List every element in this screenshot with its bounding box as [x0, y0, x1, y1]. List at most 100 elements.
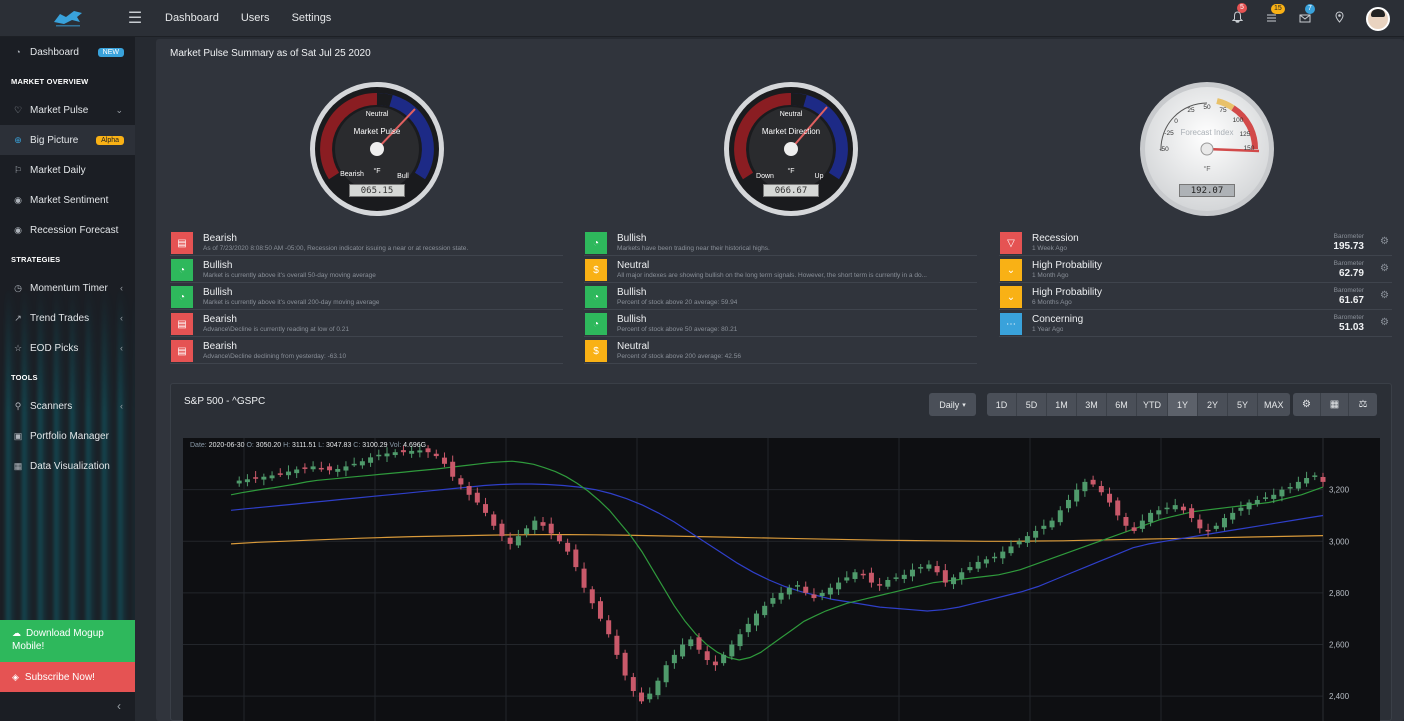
gauge-readout: 192.07	[1179, 184, 1235, 197]
chart-tools-group: ⚙ ▦ ⚖	[1293, 393, 1377, 416]
interval-dropdown[interactable]: Daily ▾	[929, 393, 976, 416]
candle-body	[507, 537, 513, 544]
calculator-icon[interactable]: ▦	[1321, 393, 1349, 416]
sidebar-item-data-visualization[interactable]: ▦ Data Visualization	[0, 451, 135, 481]
candle-body	[1024, 536, 1030, 543]
settings-cogs-icon[interactable]: ⚙	[1293, 393, 1321, 416]
eye-icon: ◉	[14, 224, 22, 235]
candle-body	[712, 661, 718, 666]
nav-settings[interactable]: Settings	[281, 12, 343, 24]
candle-body	[1279, 489, 1285, 497]
alpha-badge: Alpha	[96, 135, 124, 145]
download-mobile-button[interactable]: ☁ Download Mogup Mobile!	[0, 620, 135, 662]
top-right-icons: 5 15 7	[1230, 0, 1390, 37]
range-5y-button[interactable]: 5Y	[1228, 393, 1258, 416]
y-tick-label: 3,200	[1329, 486, 1350, 495]
range-5d-button[interactable]: 5D	[1017, 393, 1047, 416]
brand-logo[interactable]	[0, 0, 135, 37]
sidebar-item-trend-trades[interactable]: ↗ Trend Trades ‹	[0, 303, 135, 333]
indicator-detail: All major indexes are showing bullish on…	[617, 272, 927, 279]
candlestick-chart[interactable]: Date: 2020-06-30 O: 3050.20 H: 3111.51 L…	[183, 438, 1380, 721]
list-item: ⋯ Concerning 1 Year Ago Barometer 51.03 …	[999, 310, 1392, 337]
dollar-icon: $	[585, 340, 607, 362]
candle-body	[499, 523, 505, 537]
nav-dashboard[interactable]: Dashboard	[154, 12, 230, 24]
ohlc-open-label: O:	[246, 442, 254, 449]
list-item: ◔ Bullish Market is currently above it's…	[170, 256, 563, 283]
sidebar-item-label: Dashboard	[30, 46, 79, 58]
candle-body	[433, 453, 439, 457]
nav-users[interactable]: Users	[230, 12, 281, 24]
candle-body	[335, 468, 341, 472]
dollar-icon: $	[585, 259, 607, 281]
top-navbar: ☰ Dashboard Users Settings 5 15 7	[0, 0, 1404, 37]
thumbs-down-icon: ▽	[1000, 232, 1022, 254]
sidebar-item-recession-forecast[interactable]: ◉ Recession Forecast	[0, 215, 135, 245]
gauge-unit-label: °F	[787, 167, 794, 175]
range-1m-button[interactable]: 1M	[1047, 393, 1077, 416]
range-button-group: 1D 5D 1M 3M 6M YTD 1Y 2Y 5Y MAX	[987, 393, 1290, 416]
range-1y-button[interactable]: 1Y	[1168, 393, 1198, 416]
barometer-value: 61.67	[1338, 295, 1364, 306]
chevron-down-icon: ⌄	[115, 104, 123, 115]
gear-icon[interactable]: ⚙	[1380, 263, 1389, 274]
y-tick-label: 2,800	[1329, 589, 1350, 598]
candle-body	[868, 572, 874, 583]
candle-body	[376, 454, 382, 457]
ohlc-high: 3111.51	[292, 442, 317, 449]
candle-body	[1065, 499, 1071, 509]
bell-icon[interactable]: 5	[1230, 3, 1247, 26]
indicator-column-3: ▽ Recession 1 Week Ago Barometer 195.73 …	[999, 229, 1392, 337]
range-ytd-button[interactable]: YTD	[1137, 393, 1168, 416]
gauge-unit-label: °F	[1203, 165, 1210, 173]
candle-body	[277, 473, 283, 475]
sidebar-collapse-chevron-icon[interactable]: ‹	[0, 692, 135, 721]
sidebar-item-dashboard[interactable]: ◔ Dashboard NEW	[0, 37, 135, 67]
location-pin-icon[interactable]	[1332, 11, 1346, 26]
indicator-lists: ▤ Bearish As of 7/23/2020 8:08:50 AM -05…	[170, 229, 1392, 369]
user-avatar[interactable]	[1366, 6, 1390, 31]
gear-icon[interactable]: ⚙	[1380, 236, 1389, 247]
candle-body	[400, 450, 406, 453]
menu-toggle-icon[interactable]: ☰	[120, 8, 150, 28]
candle-body	[622, 652, 628, 676]
sidebar-item-portfolio-manager[interactable]: ▣ Portfolio Manager	[0, 421, 135, 451]
indicator-title: Bullish	[617, 314, 647, 325]
candle-body	[934, 566, 940, 573]
candle-body	[639, 692, 645, 702]
range-2y-button[interactable]: 2Y	[1198, 393, 1228, 416]
candle-body	[951, 577, 957, 585]
sidebar-item-momentum-timer[interactable]: ◷ Momentum Timer ‹	[0, 273, 135, 303]
eye-icon: ◉	[14, 194, 22, 205]
sidebar-item-market-sentiment[interactable]: ◉ Market Sentiment	[0, 185, 135, 215]
market-pulse-card: Market Pulse Summary as of Sat Jul 25 20…	[156, 39, 1404, 721]
comment-icon: ▤	[171, 340, 193, 362]
gauge-name-label: Market Direction	[762, 127, 820, 136]
gear-icon[interactable]: ⚙	[1380, 317, 1389, 328]
candle-body	[811, 594, 817, 599]
candle-body	[441, 457, 447, 464]
range-max-button[interactable]: MAX	[1258, 393, 1290, 416]
messages-icon[interactable]: 7	[1298, 3, 1315, 26]
range-3m-button[interactable]: 3M	[1077, 393, 1107, 416]
subscribe-button[interactable]: ◈ Subscribe Now!	[0, 662, 135, 692]
speedometer-icon: ◔	[585, 286, 607, 308]
sidebar-item-eod-picks[interactable]: ☆ EOD Picks ‹	[0, 333, 135, 363]
sidebar-item-market-daily[interactable]: ⚐ Market Daily	[0, 155, 135, 185]
indicator-detail: Percent of stock above 50 average: 80.21	[617, 326, 738, 333]
candle-body	[1180, 506, 1186, 511]
gauge-readout: 065.15	[349, 184, 405, 197]
gear-icon[interactable]: ⚙	[1380, 290, 1389, 301]
grid-icon: ▦	[13, 460, 23, 471]
range-1d-button[interactable]: 1D	[987, 393, 1017, 416]
list-icon[interactable]: 15	[1264, 3, 1285, 26]
candle-body	[458, 478, 464, 485]
sidebar-item-big-picture[interactable]: ⊕ Big Picture Alpha	[0, 125, 135, 155]
sidebar-item-scanners[interactable]: ⚲ Scanners ‹	[0, 391, 135, 421]
range-6m-button[interactable]: 6M	[1107, 393, 1137, 416]
candle-body	[1000, 551, 1006, 559]
list-item: ◔ Bullish Percent of stock above 50 aver…	[584, 310, 977, 337]
balance-scale-icon[interactable]: ⚖	[1349, 393, 1377, 416]
chevron-down-icon: ⌄	[1000, 259, 1022, 281]
sidebar-item-market-pulse[interactable]: ♡ Market Pulse ⌄	[0, 95, 135, 125]
